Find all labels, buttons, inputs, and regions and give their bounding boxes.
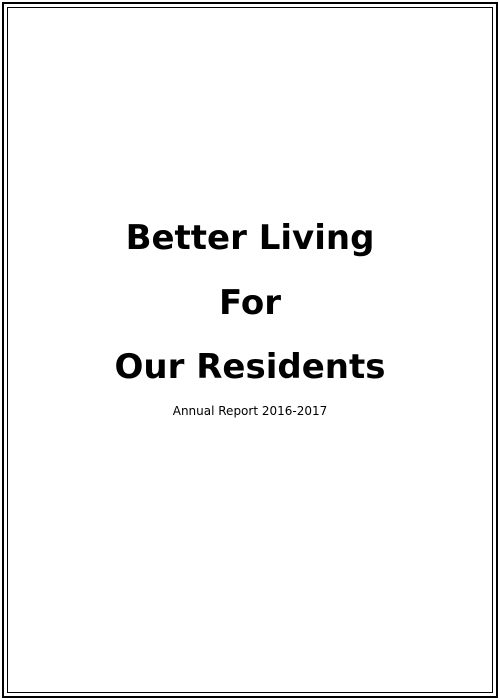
cover-title-line-3: Our Residents: [114, 347, 386, 387]
cover-subtitle: Annual Report 2016-2017: [172, 404, 328, 418]
report-cover-page: Better Living For Our Residents Annual R…: [0, 0, 500, 700]
cover-title-line-2: For: [219, 283, 281, 323]
cover-title-line-1: Better Living: [125, 218, 375, 258]
